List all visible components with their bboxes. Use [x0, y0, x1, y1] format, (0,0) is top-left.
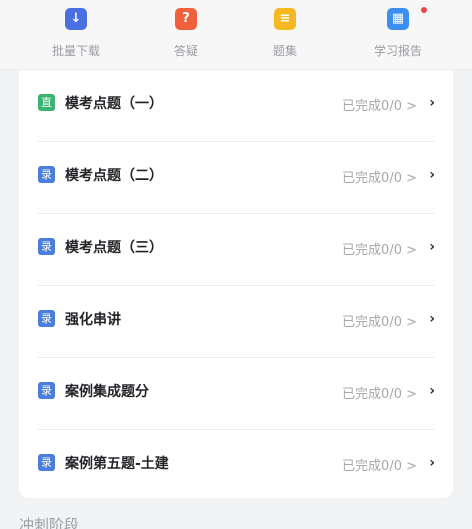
report-chart-icon: ▦: [387, 8, 409, 30]
recorded-tag: 录: [38, 166, 55, 183]
chevron-right-icon: ›: [429, 455, 435, 471]
recorded-tag: 录: [38, 238, 55, 255]
lesson-title: 强化串讲: [65, 312, 121, 328]
study-report-button[interactable]: ▦ 学习报告: [339, 0, 457, 70]
question-icon: ?: [175, 8, 197, 30]
chevron-right-icon: ›: [429, 167, 435, 183]
lesson-progress: 已完成0/0 >: [342, 99, 417, 114]
question-set-button[interactable]: ≡ 题集: [226, 0, 344, 70]
recorded-tag: 录: [38, 454, 55, 471]
chevron-right-icon: ›: [429, 95, 435, 111]
lesson-row[interactable]: 录 模考点题（三） 已完成0/0 > ›: [19, 214, 453, 286]
lesson-title: 案例集成题分: [65, 384, 149, 400]
recorded-tag: 录: [38, 310, 55, 327]
download-icon: ↓: [65, 8, 87, 30]
lesson-progress: 已完成0/0 >: [342, 459, 417, 474]
lesson-row[interactable]: 录 案例第五题-土建 已完成0/0 > ›: [19, 430, 453, 502]
lesson-row[interactable]: 直 模考点题（一） 已完成0/0 > ›: [19, 70, 453, 142]
batch-download-label: 批量下载: [51, 44, 100, 58]
recorded-tag: 录: [38, 382, 55, 399]
section-heading: 冲刺阶段: [19, 516, 80, 529]
chevron-right-icon: ›: [429, 383, 435, 399]
lesson-row[interactable]: 录 案例集成题分 已完成0/0 > ›: [19, 358, 453, 430]
top-toolbar: ↓ 批量下载 ? 答疑 ≡ 题集 ▦ 学习报告: [0, 0, 472, 70]
lesson-progress: 已完成0/0 >: [342, 387, 417, 402]
notification-dot: [421, 7, 427, 13]
lesson-row[interactable]: 录 强化串讲 已完成0/0 > ›: [19, 286, 453, 358]
study-report-label: 学习报告: [373, 44, 422, 58]
lesson-title: 模考点题（三）: [65, 240, 163, 256]
lesson-title: 模考点题（二）: [65, 168, 163, 184]
chevron-right-icon: ›: [429, 239, 435, 255]
lesson-progress: 已完成0/0 >: [342, 243, 417, 258]
chevron-right-icon: ›: [429, 311, 435, 327]
lesson-row[interactable]: 录 模考点题（二） 已完成0/0 > ›: [19, 142, 453, 214]
document-icon: ≡: [274, 8, 296, 30]
lesson-title: 模考点题（一）: [65, 96, 163, 112]
lesson-title: 案例第五题-土建: [65, 456, 169, 472]
lesson-progress: 已完成0/0 >: [342, 315, 417, 330]
lesson-progress: 已完成0/0 >: [342, 171, 417, 186]
question-set-label: 题集: [272, 44, 297, 58]
batch-download-button[interactable]: ↓ 批量下载: [17, 0, 135, 70]
lesson-list-card: 直 模考点题（一） 已完成0/0 > › 录 模考点题（二） 已完成0/0 > …: [19, 70, 453, 498]
live-tag: 直: [38, 94, 55, 111]
